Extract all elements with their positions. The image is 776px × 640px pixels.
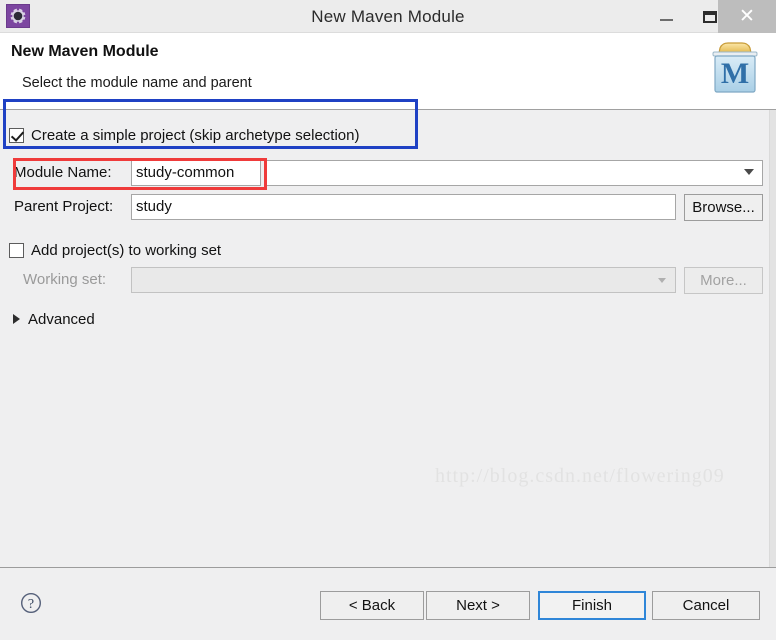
working-set-label: Working set: [23, 271, 107, 288]
new-maven-module-dialog: New Maven Module ✕ New Maven Module Sele… [0, 0, 776, 640]
module-name-input[interactable]: study-common [131, 160, 261, 186]
maximize-icon [703, 10, 717, 23]
advanced-section-toggle[interactable]: Advanced [13, 308, 95, 330]
advanced-label: Advanced [28, 310, 95, 328]
dialog-footer: ? < Back Next > Finish Cancel http://blo… [0, 567, 776, 640]
svg-text:?: ? [28, 597, 34, 612]
add-working-set-checkbox[interactable] [9, 242, 24, 258]
module-name-row: Module Name: study-common [1, 160, 769, 188]
browse-button[interactable]: Browse... [684, 194, 763, 221]
simple-project-checkbox-row[interactable]: Create a simple project (skip archetype … [9, 122, 359, 148]
close-icon: ✕ [739, 6, 755, 27]
module-name-label: Module Name: [14, 164, 112, 181]
chevron-down-icon-disabled [658, 278, 666, 283]
close-button[interactable]: ✕ [718, 0, 776, 33]
page-title: New Maven Module [11, 43, 159, 60]
back-button[interactable]: < Back [320, 591, 424, 620]
simple-project-label: Create a simple project (skip archetype … [31, 126, 360, 144]
module-name-combo[interactable] [265, 160, 763, 186]
simple-project-checkbox[interactable] [9, 127, 24, 143]
maven-logo-letter: M [721, 57, 749, 90]
dialog-body: Create a simple project (skip archetype … [0, 110, 776, 567]
minimize-icon [659, 18, 673, 21]
minimize-button[interactable] [644, 0, 688, 33]
title-bar: New Maven Module ✕ [0, 0, 776, 33]
dialog-header: New Maven Module Select the module name … [0, 33, 776, 110]
next-button[interactable]: Next > [426, 591, 530, 620]
help-question-icon[interactable]: ? [20, 592, 42, 614]
add-working-set-checkbox-row[interactable]: Add project(s) to working set [9, 238, 221, 262]
cancel-button[interactable]: Cancel [652, 591, 760, 620]
working-set-combo [131, 267, 676, 293]
page-subtitle: Select the module name and parent [22, 75, 252, 91]
maven-module-icon: M [704, 38, 766, 100]
body-right-edge [769, 110, 776, 567]
finish-button[interactable]: Finish [538, 591, 646, 620]
working-set-more-button: More... [684, 267, 763, 294]
parent-project-row: Parent Project: study Browse... [1, 194, 769, 222]
chevron-down-icon [744, 169, 754, 175]
parent-project-label: Parent Project: [14, 198, 114, 215]
add-working-set-label: Add project(s) to working set [31, 241, 222, 259]
working-set-row: Working set: More... [1, 267, 769, 295]
parent-project-input[interactable]: study [131, 194, 676, 220]
triangle-right-icon [13, 314, 20, 324]
